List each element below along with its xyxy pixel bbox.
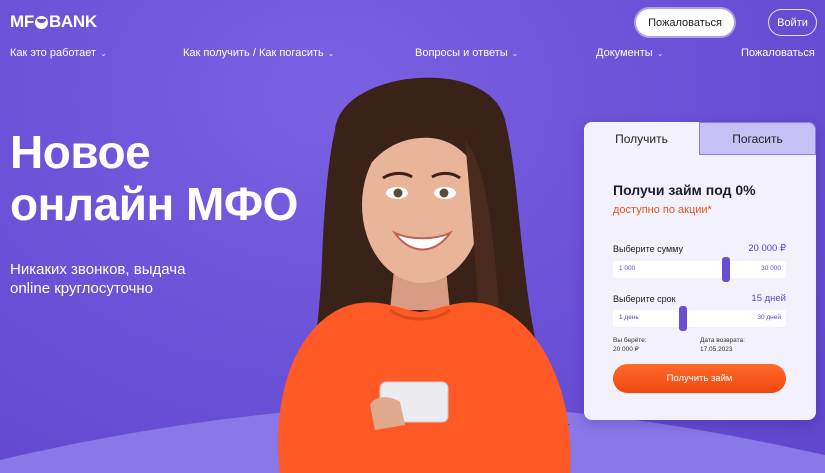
take-label: Вы берёте: xyxy=(613,337,647,344)
amount-max: 30 000 xyxy=(761,265,781,272)
term-max: 30 дней xyxy=(757,314,781,321)
card-title: Получи займ под 0% xyxy=(613,182,756,198)
amount-value: 20 000 ₽ xyxy=(748,243,786,254)
return-label: Дата возврата: xyxy=(700,337,745,344)
nav-item-label: Вопросы и ответы xyxy=(415,47,508,59)
hero-title-line: онлайн МФО xyxy=(10,178,298,230)
hero-title: Новое онлайн МФО xyxy=(10,126,340,230)
tab-get[interactable]: Получить xyxy=(584,122,699,155)
chevron-down-icon: ⌄ xyxy=(511,48,519,58)
hero-subtitle-line: online круглосуточно xyxy=(10,280,153,297)
nav-item-get-repay[interactable]: Как получить / Как погасить ⌄ xyxy=(183,47,334,59)
nav-item-complain[interactable]: Пожаловаться xyxy=(741,47,815,59)
hero-subtitle-line: Никаких звонков, выдача xyxy=(10,261,186,278)
nav-item-label: Пожаловаться xyxy=(741,47,815,59)
main-nav: Как это работает ⌄ Как получить / Как по… xyxy=(0,47,825,63)
amount-label: Выберите сумму xyxy=(613,244,683,254)
amount-min: 1 000 xyxy=(619,265,636,272)
term-label: Выберите срок xyxy=(613,294,676,304)
term-value: 15 дней xyxy=(751,293,786,304)
return-value: 17.05.2023 xyxy=(700,346,733,353)
logo-text-right: BANK xyxy=(48,12,97,31)
term-slider-handle[interactable] xyxy=(679,306,687,331)
amount-slider[interactable]: 1 000 30 000 xyxy=(613,257,786,282)
chevron-down-icon: ⌄ xyxy=(327,48,335,58)
amount-slider-handle[interactable] xyxy=(722,257,730,282)
logo-dot-icon xyxy=(34,15,48,29)
login-button[interactable]: Войти xyxy=(768,9,817,36)
get-loan-button[interactable]: Получить займ xyxy=(613,364,786,393)
nav-item-label: Документы xyxy=(596,47,653,59)
logo[interactable]: MF BANK xyxy=(10,12,97,32)
nav-item-how-it-works[interactable]: Как это работает ⌄ xyxy=(10,47,107,59)
nav-item-documents[interactable]: Документы ⌄ xyxy=(596,47,663,59)
hero-woman-photo xyxy=(278,77,571,473)
nav-item-label: Как это работает xyxy=(10,47,97,59)
hero-subtitle: Никаких звонков, выдача online круглосут… xyxy=(10,260,270,298)
page: MF BANK Пожаловаться Войти Как это работ… xyxy=(0,0,825,473)
hero-title-line: Новое xyxy=(10,126,151,178)
tab-repay[interactable]: Погасить xyxy=(699,122,816,155)
logo-text-left: MF xyxy=(10,12,34,31)
return-summary: Дата возврата: 17.05.2023 xyxy=(700,336,745,354)
take-value: 20 000 ₽ xyxy=(613,346,639,353)
chevron-down-icon: ⌄ xyxy=(100,48,107,58)
promo-text: доступно по акции* xyxy=(613,204,712,216)
nav-item-faq[interactable]: Вопросы и ответы ⌄ xyxy=(415,47,518,59)
chevron-down-icon: ⌄ xyxy=(656,48,664,58)
term-min: 1 день xyxy=(619,314,639,321)
complain-button[interactable]: Пожаловаться xyxy=(636,9,734,36)
nav-item-label: Как получить / Как погасить xyxy=(183,47,324,59)
take-summary: Вы берёте: 20 000 ₽ xyxy=(613,336,647,354)
loan-calculator-card: Получить Погасить Получи займ под 0% дос… xyxy=(584,122,816,420)
term-slider[interactable]: 1 день 30 дней xyxy=(613,306,786,331)
